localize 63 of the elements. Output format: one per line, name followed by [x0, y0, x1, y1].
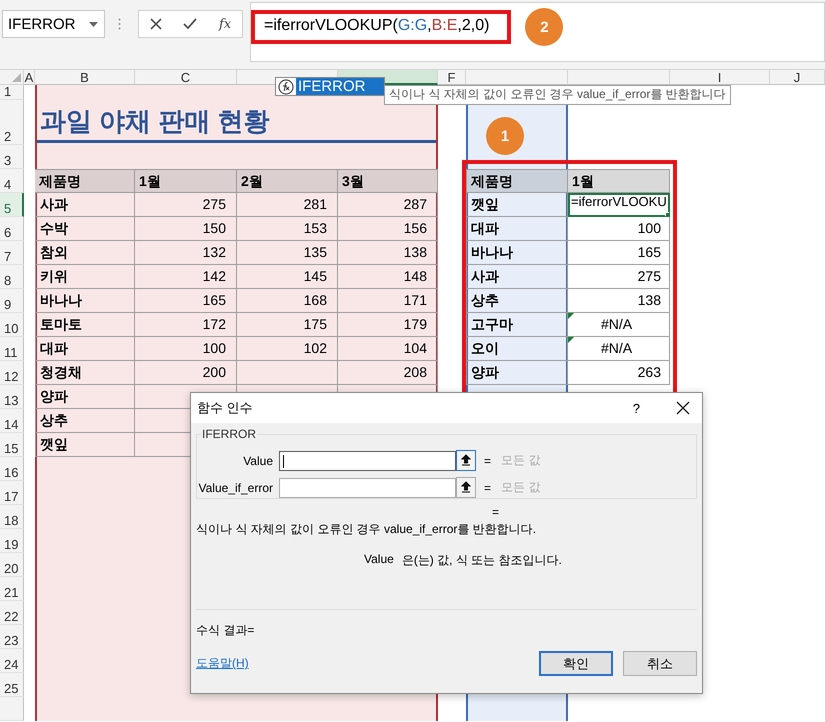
- table-header-cell: 제품명: [466, 169, 568, 193]
- dialog-title: 함수 인수: [197, 399, 254, 417]
- function-description: 식이나 식 자체의 값이 오류인 경우 value_if_error를 반환합니다.: [196, 521, 538, 538]
- table-cell: 100: [135, 337, 237, 361]
- table-cell: 281: [237, 193, 338, 217]
- table-cell: 208: [338, 361, 438, 385]
- argument-name: Value: [364, 552, 394, 568]
- argument-label: Value_if_error: [198, 480, 274, 494]
- table-cell: 165: [568, 241, 670, 265]
- table-cell: 179: [338, 313, 438, 337]
- table-cell: 100: [568, 217, 670, 241]
- table-cell: 132: [135, 241, 237, 265]
- argument-description: 은(는) 값, 식 또는 참조입니다.: [402, 552, 562, 569]
- table-cell: 171: [338, 289, 438, 313]
- table-header-cell: 1월: [135, 169, 237, 193]
- formula-text: =iferrorVLOOKUP(G:G,B:E,2,0): [251, 10, 512, 44]
- table-cell: 156: [338, 217, 438, 241]
- table-cell: 165: [135, 289, 237, 313]
- table-cell: 145: [237, 265, 338, 289]
- table-cell: 142: [135, 265, 237, 289]
- table-cell: 102: [237, 337, 338, 361]
- table-cell: 138: [568, 289, 670, 313]
- table-header-cell: 2월: [237, 169, 338, 193]
- table-cell: 172: [135, 313, 237, 337]
- table-cell: 275: [568, 265, 670, 289]
- table-cell: 275: [135, 193, 237, 217]
- argument-value: 모든 값: [501, 452, 540, 469]
- table-cell: 148: [338, 265, 438, 289]
- error-cell: #N/A: [568, 337, 670, 361]
- table-cell: 참외: [35, 241, 135, 265]
- table-cell: 깻잎: [35, 433, 135, 457]
- step-badge: 2: [525, 8, 564, 46]
- table-cell: 104: [338, 337, 438, 361]
- error-cell: #N/A: [568, 313, 670, 337]
- table-cell: 대파: [35, 337, 135, 361]
- formula-result: 수식 결과=: [196, 622, 256, 639]
- argument-value: 모든 값: [501, 479, 540, 496]
- table-cell: 청경채: [35, 361, 135, 385]
- table-cell: 168: [237, 289, 338, 313]
- table-cell: 138: [338, 241, 438, 265]
- table-cell: 175: [237, 313, 338, 337]
- equals-sign: =: [484, 480, 492, 494]
- table-header-cell: 3월: [338, 169, 438, 193]
- function-tooltip: 식이나 식 자체의 값이 오류인 경우 value_if_error를 반환합니다: [384, 85, 731, 105]
- table-header-cell: 제품명: [35, 169, 135, 193]
- table-cell: 150: [135, 217, 237, 241]
- equals-sign: =: [491, 505, 500, 519]
- table-cell: 263: [568, 361, 670, 385]
- table-cell: 상추: [35, 409, 135, 433]
- table-cell: 바나나: [35, 289, 135, 313]
- table-cell: 양파: [35, 385, 135, 409]
- argument-label: Value: [242, 454, 274, 468]
- equals-sign: =: [484, 454, 492, 468]
- table-cell: 수박: [35, 217, 135, 241]
- table-cell: 토마토: [35, 313, 135, 337]
- table-cell: 135: [237, 241, 338, 265]
- table-cell: 사과: [35, 193, 135, 217]
- table-header-cell: 1월: [568, 169, 670, 193]
- group-label: IFERROR: [201, 427, 257, 441]
- table-cell: 200: [135, 361, 237, 385]
- table-cell: 키위: [35, 265, 135, 289]
- table-cell: 153: [237, 217, 338, 241]
- table-cell: 287: [338, 193, 438, 217]
